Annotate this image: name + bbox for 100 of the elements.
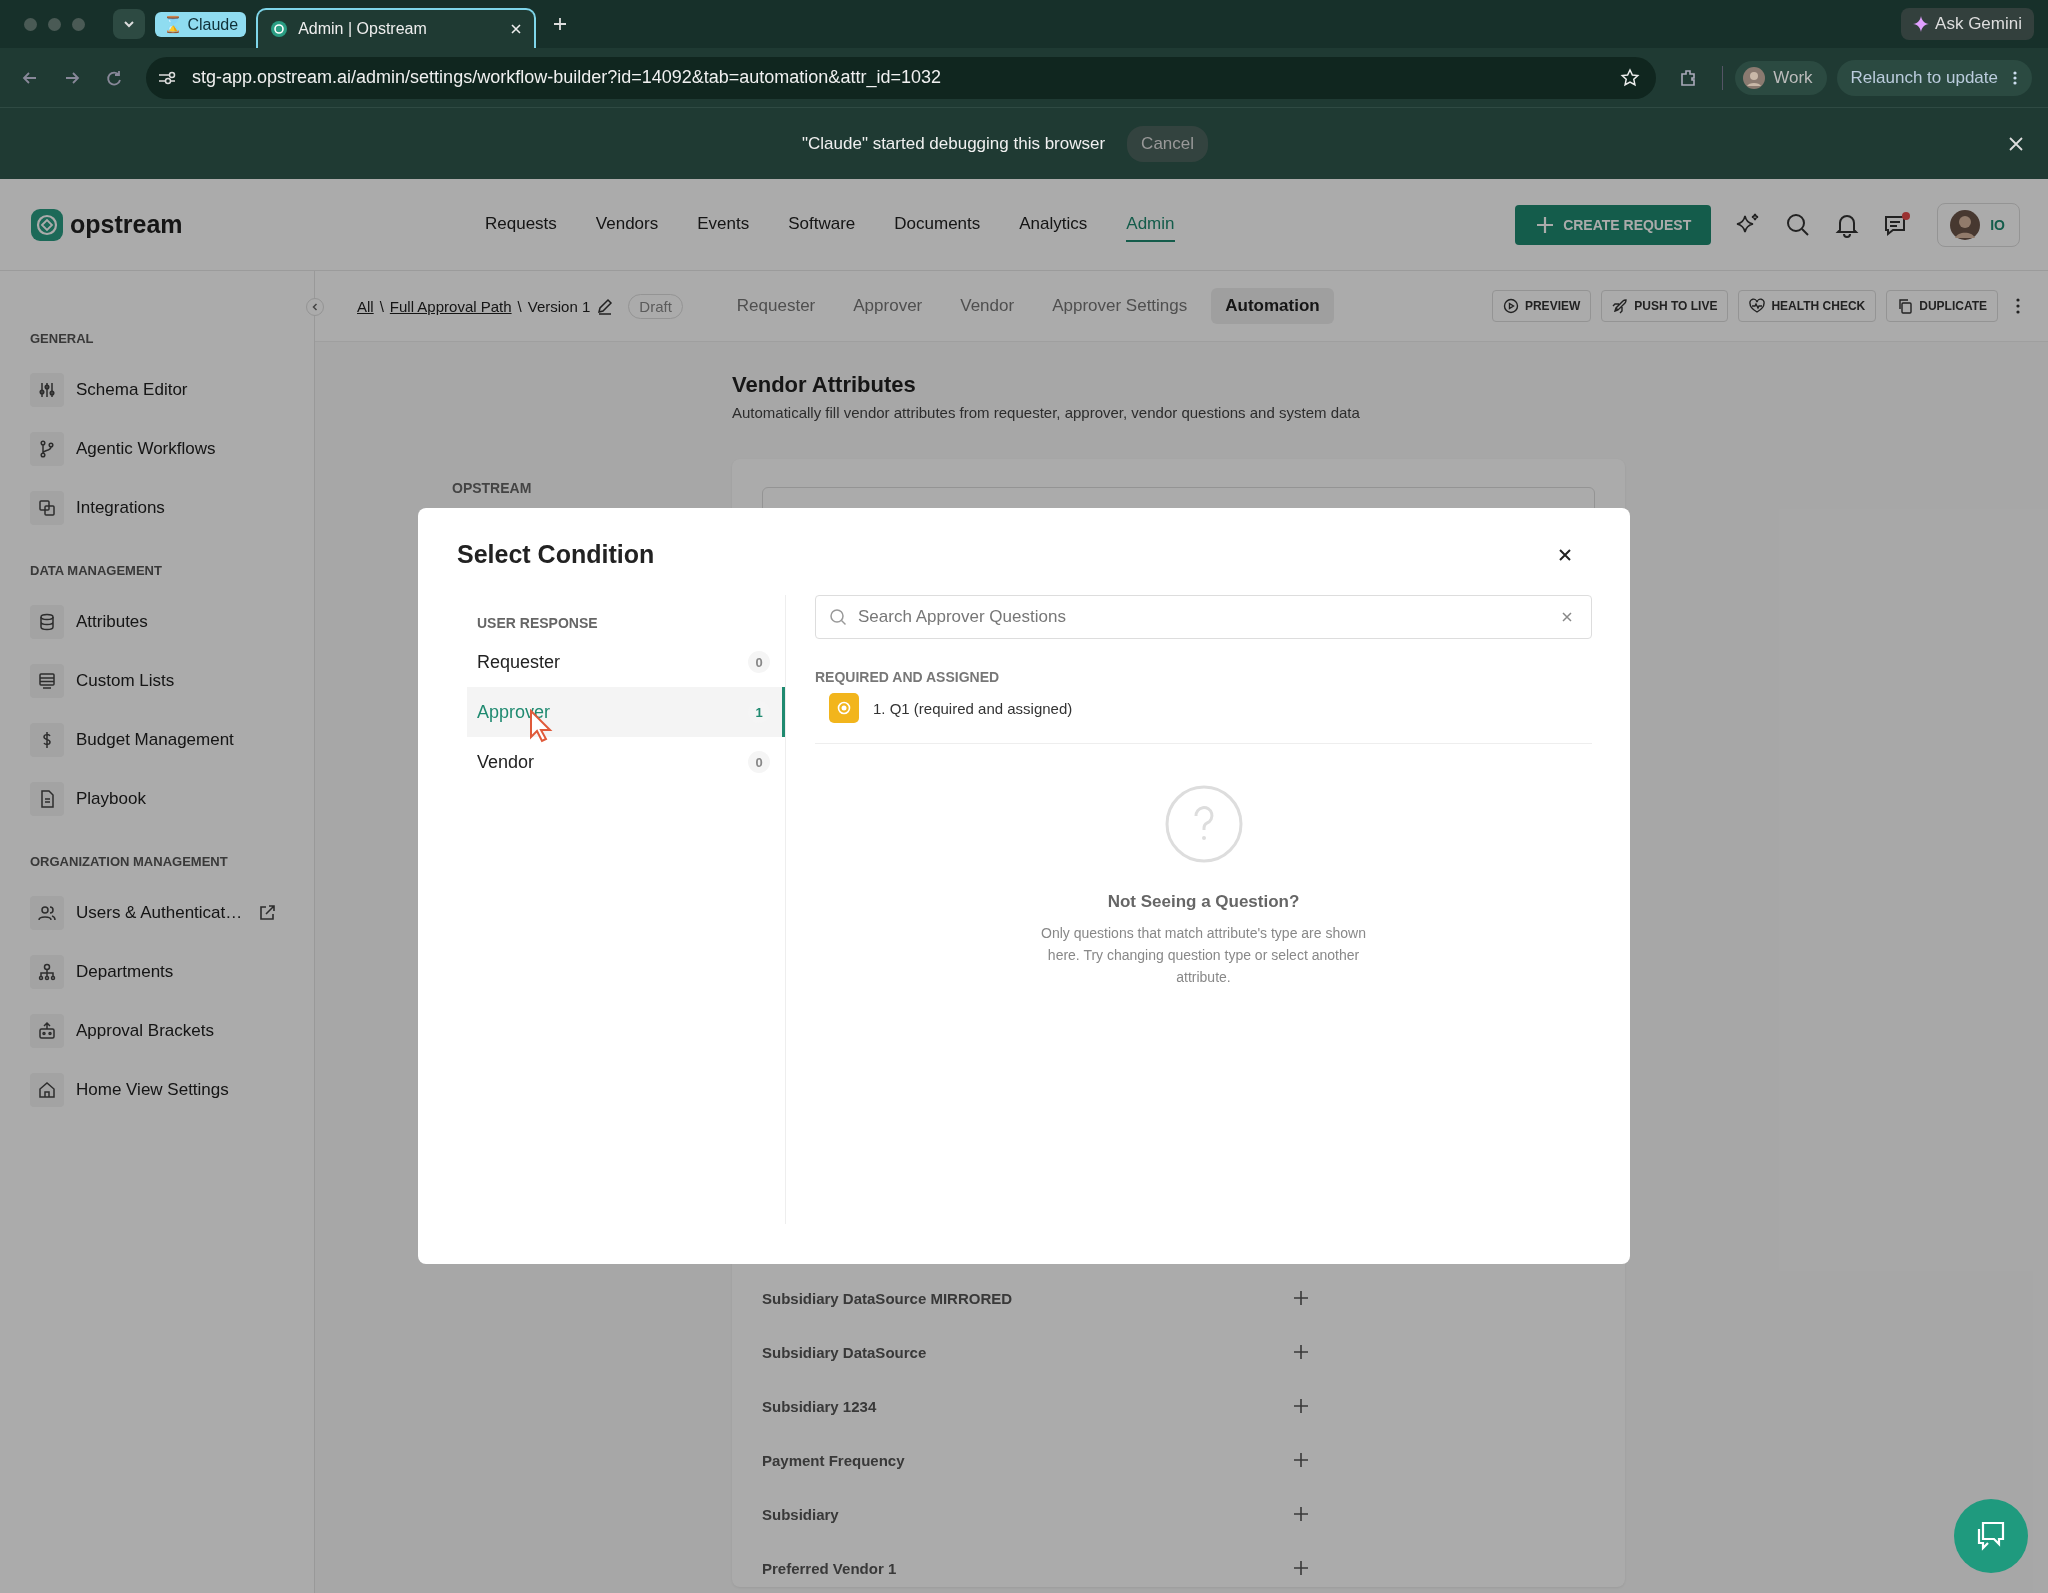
gemini-button[interactable]: Ask Gemini [1901,8,2034,40]
add-icon[interactable] [1293,1290,1309,1306]
add-icon[interactable] [1293,1506,1309,1522]
add-icon[interactable] [1293,1398,1309,1414]
section-heading: ORGANIZATION MANAGEMENT [30,854,229,869]
action-button[interactable]: DUPLICATE [1886,290,1998,322]
close-icon[interactable] [510,23,523,35]
sidebar-item[interactable]: Departments [30,942,314,1001]
tab-group-chip[interactable]: ⌛ Claude [155,11,247,37]
avatar-icon [1950,209,1981,240]
edit-icon[interactable] [596,297,615,315]
section-heading: GENERAL [30,331,95,346]
home-icon [37,1079,57,1100]
page-title: Vendor Attributes [732,372,917,398]
add-icon[interactable] [1293,1344,1309,1360]
page-subtitle: Automatically fill vendor attributes from requester, approver, vendor questions and system data [732,404,1361,421]
address-bar[interactable]: stg-app.opstream.ai/admin/settings/workflow-builder?id=14092&tab=automation&attr_id=1032 [146,56,1657,99]
window-control-icon[interactable] [48,17,61,31]
play-icon [1502,298,1519,314]
tree-icon [37,961,57,982]
nav-link[interactable]: Events [697,207,750,242]
sidebar-item[interactable]: Agentic Workflows [30,419,314,478]
favicon-icon [270,20,289,38]
tab[interactable]: Requester [722,288,830,324]
browser-tab[interactable]: Admin | Opstream [256,8,537,48]
chevron-icon [310,302,320,312]
nav-link[interactable]: Software [788,207,856,242]
external-link-icon [258,903,277,922]
heart-pulse-icon [1749,298,1766,314]
tab[interactable]: Approver Settings [1038,288,1202,324]
section-heading: USER RESPONSE [477,615,599,631]
question-item[interactable]: 1. Q1 (required and assigned) [873,699,1073,717]
tab[interactable]: Approver [839,288,937,324]
empty-state-text: Only questions that match attribute's type are shown here. Try changing question type or select another attribute. [1040,924,1367,987]
action-button[interactable]: PREVIEW [1491,290,1592,322]
sidebar-item[interactable]: Integrations [30,478,314,537]
window-control-icon[interactable] [72,17,85,31]
sidebar-item[interactable]: Schema Editor [30,360,314,419]
close-icon[interactable] [1558,547,1572,562]
category-item[interactable]: Approver 1 [467,687,785,737]
sparkle-icon [1913,16,1930,32]
action-button[interactable]: HEALTH CHECK [1738,290,1877,322]
sidebar-item[interactable]: Approval Brackets [30,1001,314,1060]
count-badge: 0 [748,751,770,773]
sidebar-item[interactable]: Attributes [30,592,314,651]
new-tab-icon[interactable] [552,16,569,32]
list-icon [37,670,57,691]
attribute-name: Subsidiary [762,1505,840,1523]
more-icon [2012,69,2018,86]
attribute-name: Subsidiary DataSource [762,1343,928,1361]
cancel-button[interactable]: Cancel [1127,125,1209,162]
category-item[interactable]: Requester 0 [467,637,785,687]
dialog-title: Select Condition [457,540,655,569]
action-button[interactable]: PUSH TO LIVE [1601,290,1729,322]
count-badge: 0 [748,651,770,673]
sidebar-item[interactable]: Custom Lists [30,651,314,710]
breadcrumb-separator: \ [517,297,522,315]
sidebar-item[interactable]: Home View Settings [30,1060,314,1119]
radio-question-icon [829,693,859,723]
add-icon[interactable] [1293,1452,1309,1468]
logo[interactable]: opstream [70,210,183,239]
add-icon[interactable] [1293,1560,1309,1576]
empty-state-title: Not Seeing a Question? [1107,892,1300,912]
messages-unread-icon[interactable] [1883,210,1912,239]
copy-icon [1897,298,1914,314]
attribute-name: Preferred Vendor 1 [762,1559,898,1577]
attribute-name: Subsidiary DataSource MIRRORED [762,1289,1014,1307]
breadcrumb-link[interactable]: All [357,297,374,315]
sidebar-item[interactable]: Budget Management [30,710,314,769]
breadcrumb-link[interactable]: Full Approval Path [389,297,512,315]
avatar-icon [1743,66,1766,89]
tab[interactable]: Vendor [946,288,1029,324]
question-mark-icon [1163,784,1244,864]
debug-message: "Claude" started debugging this browser [801,133,1106,154]
bookmark-star-icon[interactable] [1620,67,1641,88]
nav-link[interactable]: Requests [485,207,557,242]
nav-link[interactable]: Analytics [1019,207,1088,242]
attribute-name: Subsidiary 1234 [762,1397,878,1415]
breadcrumb-separator: \ [379,297,384,315]
section-label: OPSTREAM [452,480,533,496]
sidebar-item[interactable]: Users & Authenticat… [30,883,314,942]
tab-search-button[interactable] [113,9,145,39]
nav-link[interactable]: Documents [894,207,981,242]
rocket-icon [1612,298,1629,314]
category-item[interactable]: Vendor 0 [467,737,785,787]
profile-button[interactable]: Work [1735,60,1827,95]
breadcrumb-current: Version 1 [527,297,591,315]
clear-icon[interactable] [1562,612,1572,622]
section-heading: DATA MANAGEMENT [30,563,163,578]
group-heading: REQUIRED AND ASSIGNED [815,669,1001,685]
plus-icon [1535,214,1556,235]
logo-icon [30,207,64,242]
nav-link[interactable]: Vendors [595,207,659,242]
window-control-icon[interactable] [24,17,37,31]
tab[interactable]: Automation [1211,288,1334,324]
nav-link[interactable]: Admin [1126,207,1175,242]
relaunch-button[interactable]: Relaunch to update [1836,59,2032,96]
attribute-name: Payment Frequency [762,1451,906,1469]
search-field[interactable]: Search Approver Questions [815,595,1592,639]
sidebar-item[interactable]: Playbook [30,769,314,828]
